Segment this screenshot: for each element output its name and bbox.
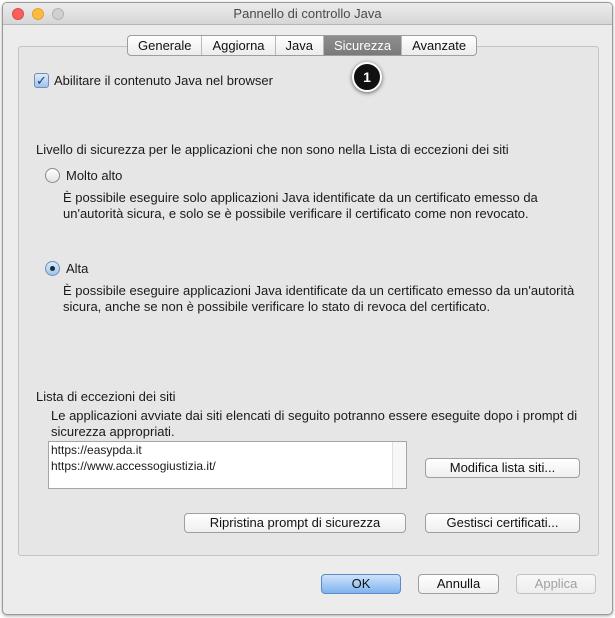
java-control-panel-window: Pannello di controllo Java Generale Aggi… xyxy=(2,2,613,615)
minimize-icon[interactable] xyxy=(32,8,44,20)
edit-site-list-button[interactable]: Modifica lista siti... xyxy=(425,458,580,478)
radio-molto-alto-label: Molto alto xyxy=(66,168,123,183)
ok-button[interactable]: OK xyxy=(321,574,401,594)
molto-alto-description: È possibile eseguire solo applicazioni J… xyxy=(63,190,538,221)
restore-security-prompts-button[interactable]: Ripristina prompt di sicurezza xyxy=(184,513,406,533)
alta-description: È possibile eseguire applicazioni Java i… xyxy=(63,283,575,314)
tab-avanzate[interactable]: Avanzate xyxy=(401,36,476,55)
step-badge: 1 xyxy=(352,62,382,92)
list-item[interactable]: https://www.accessogiustizia.it/ xyxy=(49,458,406,474)
exception-list-heading: Lista di eccezioni dei siti xyxy=(36,389,176,404)
apply-button[interactable]: Applica xyxy=(516,574,596,594)
radio-selected-dot xyxy=(50,266,55,271)
tab-bar: Generale Aggiorna Java Sicurezza Avanzat… xyxy=(127,35,478,56)
radio-molto-alto[interactable] xyxy=(45,168,60,183)
exception-list-description: Le applicazioni avviate dai siti elencat… xyxy=(51,408,578,439)
tab-aggiorna[interactable]: Aggiorna xyxy=(201,36,274,55)
exception-site-list[interactable]: https://easypda.it https://www.accessogi… xyxy=(48,441,407,489)
enable-java-checkbox[interactable]: ✓ xyxy=(34,73,49,88)
site-list-scrollbar[interactable] xyxy=(392,442,406,488)
tab-generale[interactable]: Generale xyxy=(128,36,201,55)
radio-alta-label: Alta xyxy=(66,261,89,276)
zoom-icon[interactable] xyxy=(52,8,64,20)
close-icon[interactable] xyxy=(12,8,24,20)
security-level-heading: Livello di sicurezza per le applicazioni… xyxy=(36,142,509,157)
checkmark-icon: ✓ xyxy=(36,73,47,88)
radio-alta[interactable] xyxy=(45,261,60,276)
cancel-button[interactable]: Annulla xyxy=(418,574,499,594)
tab-sicurezza[interactable]: Sicurezza xyxy=(323,36,402,55)
title-bar: Pannello di controllo Java xyxy=(3,3,612,25)
enable-java-label: Abilitare il contenuto Java nel browser xyxy=(54,73,273,88)
manage-certificates-button[interactable]: Gestisci certificati... xyxy=(425,513,580,533)
tab-java[interactable]: Java xyxy=(274,36,323,55)
window-title: Pannello di controllo Java xyxy=(233,6,382,21)
list-item[interactable]: https://easypda.it xyxy=(49,442,406,458)
